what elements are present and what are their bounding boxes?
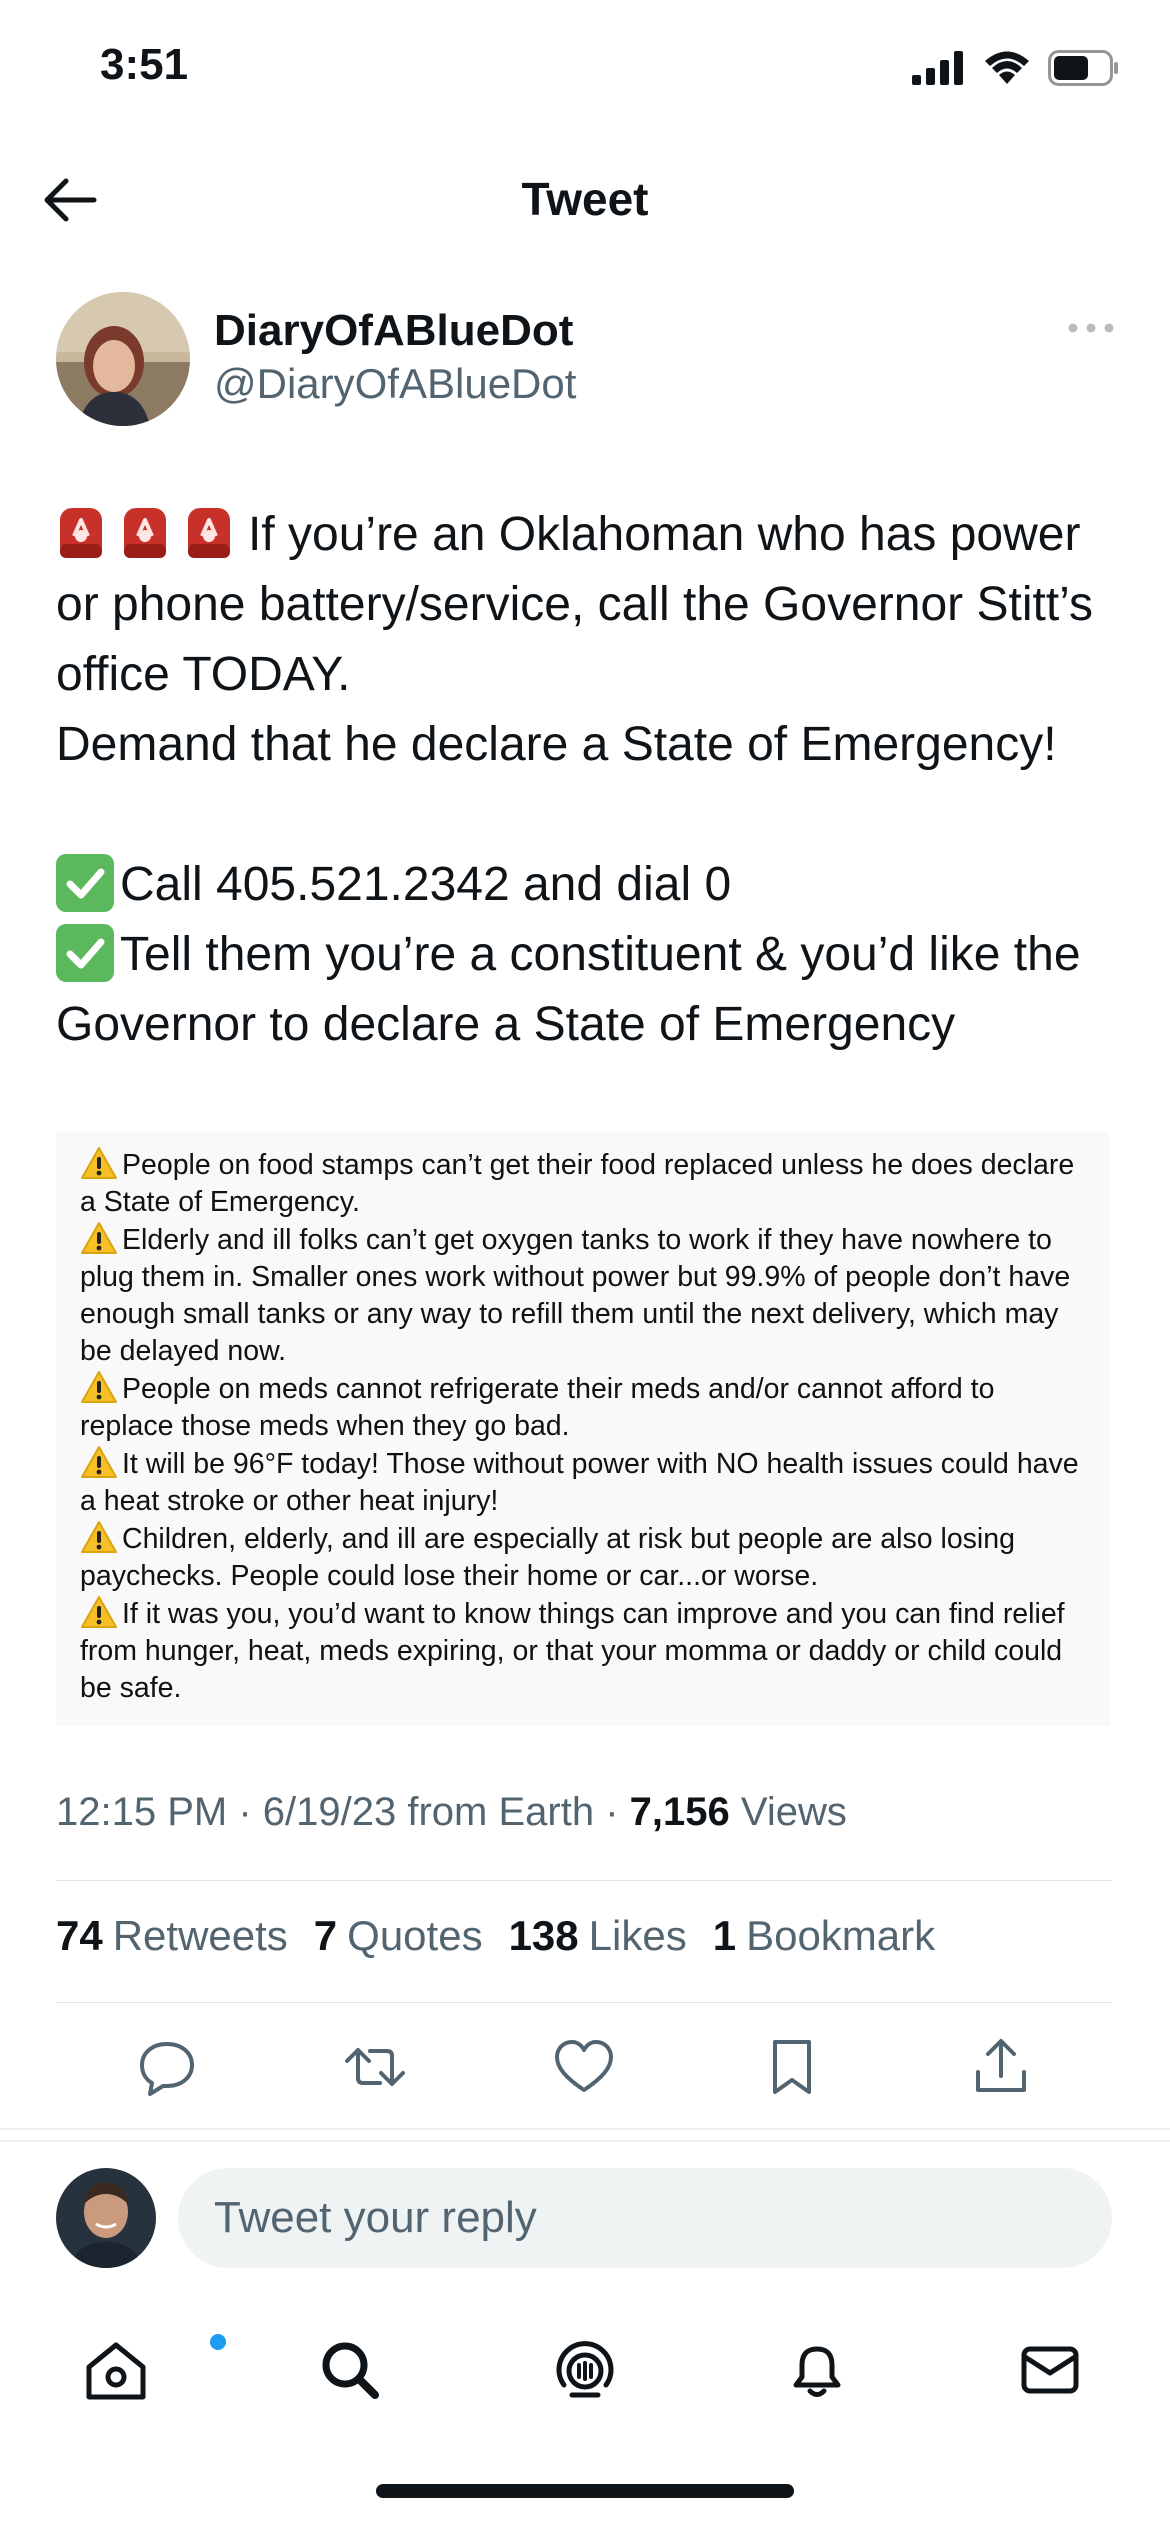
warning-icon	[81, 1371, 117, 1403]
siren-icon	[188, 508, 230, 558]
more-options-icon[interactable]	[1066, 318, 1116, 338]
notification-dot	[210, 2334, 226, 2350]
warning-item: If it was you, you’d want to know things…	[80, 1595, 1090, 1707]
views-label[interactable]: Views	[741, 1790, 847, 1834]
author-handle[interactable]: @DiaryOfABlueDot	[214, 360, 576, 408]
bookmarks-stat[interactable]: 1 Bookmark	[713, 1912, 935, 1960]
warning-item: People on meds cannot refrigerate their …	[80, 1370, 1090, 1445]
warning-text: Elderly and ill folks can’t get oxygen t…	[80, 1224, 1071, 1367]
tweet-check-item: Call 405.521.2342 and dial 0	[56, 850, 1126, 920]
reply-icon[interactable]	[136, 2036, 198, 2098]
quotes-label: Quotes	[347, 1912, 483, 1959]
warning-item: Children, elderly, and ill are especiall…	[80, 1520, 1090, 1595]
warning-icon	[81, 1222, 117, 1254]
status-icons	[912, 50, 1120, 86]
spaces-icon	[556, 2341, 614, 2398]
home-indicator[interactable]	[376, 2484, 794, 2498]
tab-notifications[interactable]	[777, 2330, 857, 2410]
bookmark-icon[interactable]	[761, 2036, 823, 2098]
warning-text: People on food stamps can’t get their fo…	[80, 1149, 1075, 1218]
page-title: Tweet	[521, 173, 649, 225]
tweet-check-text: Tell them you’re a constituent & you’d l…	[56, 928, 1081, 1051]
likes-label: Likes	[588, 1912, 687, 1959]
cellular-signal-icon	[912, 51, 963, 85]
siren-icon	[60, 508, 102, 558]
bookmarks-count: 1	[712, 1912, 737, 1959]
views-count: 7,156	[629, 1790, 730, 1834]
tweet-timestamp: 12:15 PM · 6/19/23 from Earth · 7,156 Vi…	[56, 1790, 847, 1834]
battery-icon	[1048, 50, 1118, 86]
quotes-count: 7	[313, 1912, 338, 1959]
retweet-icon[interactable]	[344, 2036, 406, 2098]
home-icon	[86, 2342, 146, 2400]
tweet-action-bar	[0, 2030, 1170, 2110]
tweet-author: DiaryOfABlueDot @DiaryOfABlueDot	[56, 292, 1116, 432]
tweet-date: 6/19/23	[262, 1790, 397, 1834]
warning-text: It will be 96°F today! Those without pow…	[80, 1448, 1079, 1517]
divider	[56, 2002, 1112, 2003]
media-text: People on food stamps can’t get their fo…	[80, 1146, 1090, 1707]
warning-icon	[81, 1446, 117, 1478]
tab-messages[interactable]	[1010, 2330, 1090, 2410]
reply-input[interactable]: Tweet your reply	[178, 2168, 1112, 2268]
status-bar: 3:51	[0, 0, 1170, 140]
divider	[0, 2128, 1170, 2130]
retweets-stat[interactable]: 74 Retweets	[56, 1912, 288, 1960]
check-mark-icon	[56, 924, 114, 982]
tweet-media-image[interactable]: People on food stamps can’t get their fo…	[56, 1132, 1110, 1726]
warning-icon	[81, 1147, 117, 1179]
messages-icon	[1021, 2346, 1079, 2394]
tweet-check-text: Call 405.521.2342 and dial 0	[120, 858, 732, 911]
tweet-paragraph-2: Demand that he declare a State of Emerge…	[56, 718, 1057, 771]
current-user-avatar[interactable]	[56, 2168, 156, 2268]
retweets-label: Retweets	[112, 1912, 288, 1959]
engagement-stats: 74 Retweets 7 Quotes 138 Likes 1 Bookmark	[56, 1912, 935, 1960]
like-icon[interactable]	[553, 2036, 615, 2098]
tab-home[interactable]	[76, 2330, 226, 2410]
tab-search[interactable]	[310, 2330, 390, 2410]
siren-icon	[124, 508, 166, 558]
tab-spaces[interactable]	[545, 2330, 625, 2410]
wifi-icon	[985, 51, 1029, 84]
warning-text: If it was you, you’d want to know things…	[80, 1598, 1065, 1704]
check-mark-icon	[56, 854, 114, 912]
status-time: 3:51	[100, 40, 189, 89]
bottom-tab-bar	[0, 2320, 1170, 2430]
tweet-spacer	[56, 780, 1126, 850]
warning-icon	[81, 1521, 117, 1553]
tweet-paragraph-1: If you’re an Oklahoman who has power or …	[56, 500, 1126, 710]
author-avatar[interactable]	[56, 292, 190, 426]
author-display-name[interactable]: DiaryOfABlueDot	[214, 306, 573, 356]
tweet-text: If you’re an Oklahoman who has power or …	[56, 500, 1126, 1060]
bookmarks-label: Bookmark	[746, 1912, 936, 1959]
warning-text: People on meds cannot refrigerate their …	[80, 1373, 995, 1442]
tweet-time: 12:15 PM	[56, 1790, 228, 1834]
warning-text: Children, elderly, and ill are especiall…	[80, 1523, 1015, 1592]
nav-header: Tweet	[0, 150, 1170, 250]
tweet-check-item: Tell them you’re a constituent & you’d l…	[56, 920, 1126, 1060]
likes-stat[interactable]: 138 Likes	[509, 1912, 687, 1960]
search-icon	[322, 2342, 379, 2399]
warning-item: It will be 96°F today! Those without pow…	[80, 1445, 1090, 1520]
tweet-source: from Earth	[407, 1790, 595, 1834]
likes-count: 138	[508, 1912, 579, 1959]
quotes-stat[interactable]: 7 Quotes	[314, 1912, 483, 1960]
notifications-icon	[793, 2346, 841, 2397]
warning-icon	[81, 1596, 117, 1628]
share-icon[interactable]	[970, 2036, 1032, 2098]
divider	[56, 1880, 1112, 1881]
divider	[0, 2140, 1170, 2142]
reply-composer: Tweet your reply	[56, 2168, 1112, 2272]
retweets-count: 74	[56, 1912, 103, 1959]
warning-item: People on food stamps can’t get their fo…	[80, 1146, 1090, 1221]
warning-item: Elderly and ill folks can’t get oxygen t…	[80, 1221, 1090, 1370]
